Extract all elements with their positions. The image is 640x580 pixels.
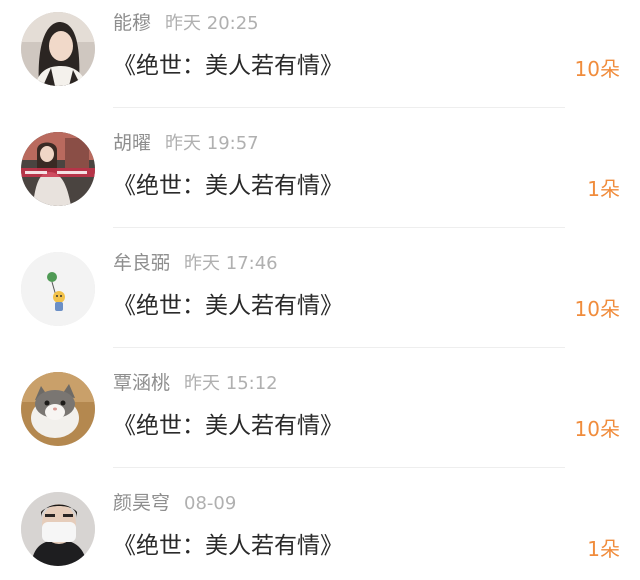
timestamp: 昨天 15:12 bbox=[184, 373, 278, 394]
timestamp: 08-09 bbox=[184, 493, 237, 514]
book-title[interactable]: 《绝世：美人若有情》 bbox=[113, 289, 343, 323]
girl-sitting-avatar[interactable] bbox=[21, 132, 95, 206]
divider bbox=[113, 227, 565, 228]
item-meta: 牟良弼 昨天 17:46 bbox=[113, 248, 278, 278]
item-meta: 颜昊穹 08-09 bbox=[113, 488, 236, 518]
book-title[interactable]: 《绝世：美人若有情》 bbox=[113, 409, 343, 443]
cat-avatar[interactable] bbox=[21, 372, 95, 446]
user-name[interactable]: 胡曜 bbox=[113, 132, 151, 154]
book-title[interactable]: 《绝世：美人若有情》 bbox=[113, 529, 343, 563]
list-item[interactable]: 覃涵桃 昨天 15:12 《绝世：美人若有情》 10朵 bbox=[0, 360, 640, 480]
user-name[interactable]: 牟良弼 bbox=[113, 252, 170, 274]
flower-count: 10朵 bbox=[574, 57, 620, 81]
list-item[interactable]: 牟良弼 昨天 17:46 《绝世：美人若有情》 10朵 bbox=[0, 240, 640, 360]
item-meta: 覃涵桃 昨天 15:12 bbox=[113, 368, 278, 398]
book-title[interactable]: 《绝世：美人若有情》 bbox=[113, 49, 343, 83]
user-name[interactable]: 能穆 bbox=[113, 12, 151, 34]
book-title[interactable]: 《绝世：美人若有情》 bbox=[113, 169, 343, 203]
list-item[interactable]: 胡曜 昨天 19:57 《绝世：美人若有情》 1朵 bbox=[0, 120, 640, 240]
divider bbox=[113, 467, 565, 468]
avatar-image bbox=[21, 492, 95, 566]
divider bbox=[113, 107, 565, 108]
cartoon-balloon-avatar[interactable] bbox=[21, 252, 95, 326]
gift-record-list: 能穆昨天 20:25 《绝世：美人若有情》 10朵 胡曜昨天 19:57 《 bbox=[0, 0, 640, 580]
flower-count: 10朵 bbox=[574, 297, 620, 321]
timestamp: 昨天 19:57 bbox=[165, 133, 259, 154]
masked-man-avatar[interactable] bbox=[21, 492, 95, 566]
item-meta: 能穆 昨天 20:25 bbox=[113, 8, 259, 38]
timestamp: 昨天 20:25 bbox=[165, 13, 259, 34]
user-name[interactable]: 覃涵桃 bbox=[113, 372, 170, 394]
woman-portrait-avatar[interactable] bbox=[21, 12, 95, 86]
timestamp: 昨天 17:46 bbox=[184, 253, 278, 274]
avatar-image bbox=[21, 12, 95, 86]
item-meta: 胡曜 昨天 19:57 bbox=[113, 128, 259, 158]
flower-count: 1朵 bbox=[587, 177, 620, 201]
avatar-image bbox=[21, 372, 95, 446]
flower-count: 10朵 bbox=[574, 417, 620, 441]
list-item[interactable]: 颜昊穹 08-09 《绝世：美人若有情》 1朵 bbox=[0, 480, 640, 580]
avatar-image bbox=[21, 252, 95, 326]
user-name[interactable]: 颜昊穹 bbox=[113, 492, 170, 514]
divider bbox=[113, 347, 565, 348]
avatar-image bbox=[21, 132, 95, 206]
flower-count: 1朵 bbox=[587, 537, 620, 561]
list-item[interactable]: 能穆 昨天 20:25 《绝世：美人若有情》 10朵 bbox=[0, 0, 640, 120]
